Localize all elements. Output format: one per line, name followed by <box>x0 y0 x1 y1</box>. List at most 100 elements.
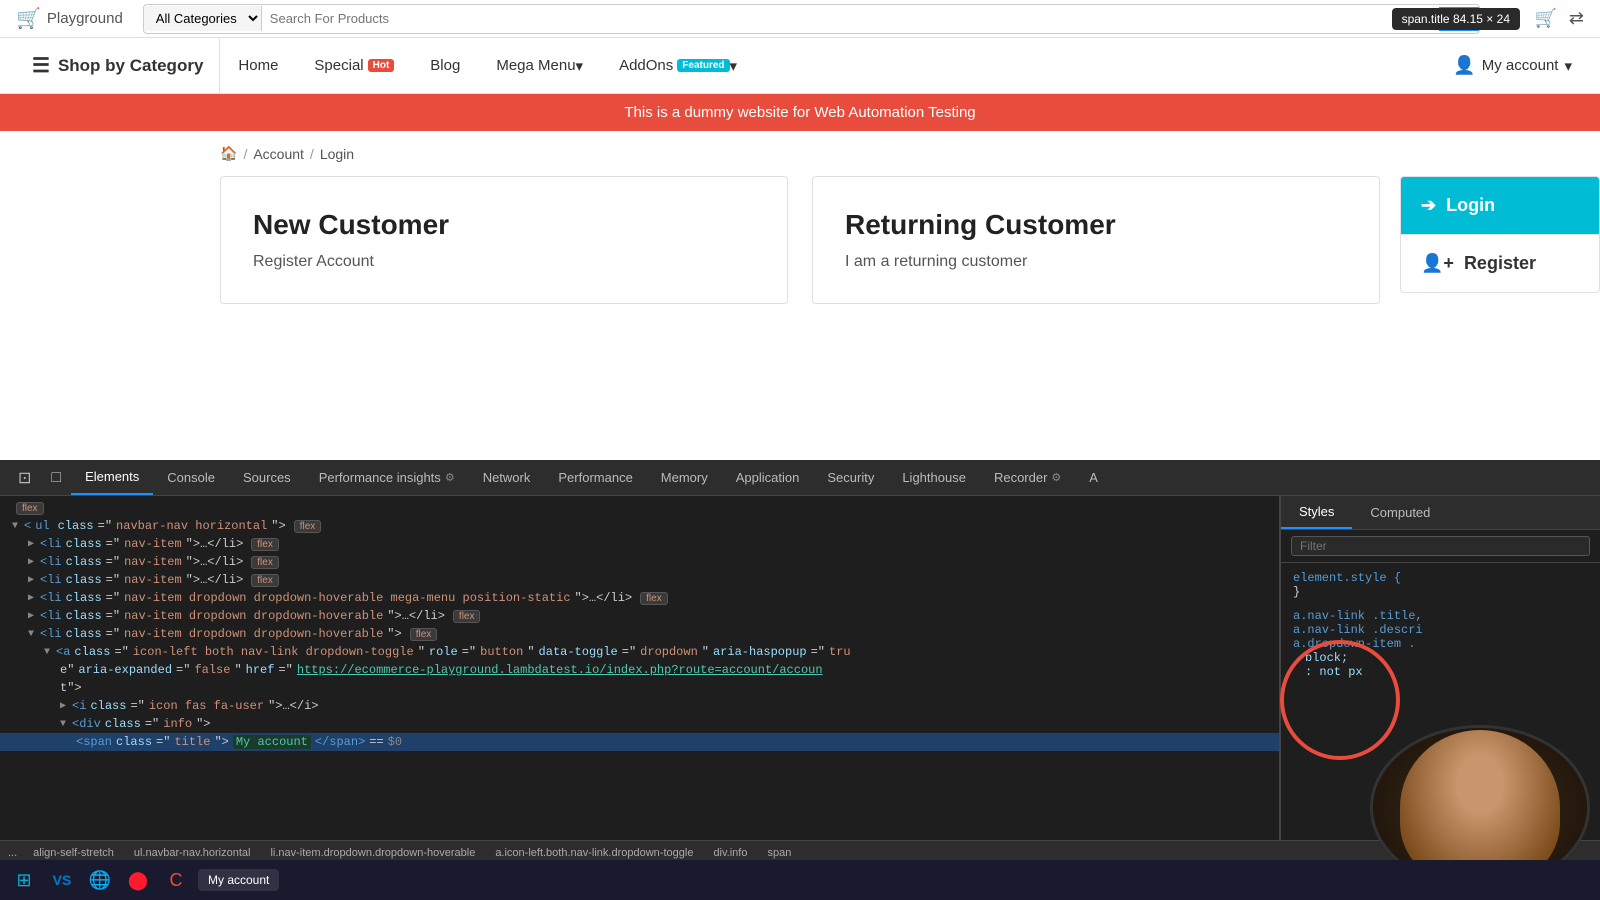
nav-links: Home Special Hot Blog Mega Menu ▾ AddOns… <box>220 38 1441 93</box>
tab-console[interactable]: Console <box>153 460 229 495</box>
breadcrumb-dots: ... <box>8 847 17 859</box>
returning-customer-title: Returning Customer <box>845 209 1347 241</box>
tab-lighthouse[interactable]: Lighthouse <box>888 460 980 495</box>
playground-label: Playground <box>47 10 123 27</box>
hot-badge: Hot <box>368 59 395 72</box>
style-rule-element: element.style { } <box>1293 571 1588 599</box>
elem-a-cont1[interactable]: e" aria-expanded="false" href="https://e… <box>0 661 1279 679</box>
breadcrumb-login: Login <box>320 146 354 162</box>
account-icon: 👤 <box>1453 55 1475 76</box>
tab-network[interactable]: Network <box>469 460 545 495</box>
nav-addons[interactable]: AddOns Featured ▾ <box>601 38 755 93</box>
compare-icon[interactable]: ⇄ <box>1569 8 1584 29</box>
opera-icon[interactable]: ⬤ <box>122 864 154 896</box>
elem-span-title[interactable]: <span class="title"> My account </span> … <box>0 733 1279 751</box>
elem-i[interactable]: ▶ <i class="icon fas fa-user">…</i> <box>0 697 1279 715</box>
shop-by-category[interactable]: ☰ Shop by Category <box>16 38 220 93</box>
tab-memory[interactable]: Memory <box>647 460 722 495</box>
returning-customer-card: Returning Customer I am a returning cust… <box>812 176 1380 304</box>
bc-span[interactable]: span <box>763 847 795 859</box>
flex-badge-ul: flex <box>294 520 322 533</box>
bc-li[interactable]: li.nav-item.dropdown.dropdown-hoverable <box>266 847 479 859</box>
flex-badge-4: flex <box>640 592 668 605</box>
search-input[interactable] <box>262 7 1439 30</box>
elem-li-3[interactable]: ▶ <li class="nav-item">…</li> flex <box>0 571 1279 589</box>
styles-filter <box>1281 530 1600 563</box>
devtools-elements-icon[interactable]: ⊡ <box>8 460 41 495</box>
elem-a[interactable]: ▼ <a class="icon-left both nav-link drop… <box>0 643 1279 661</box>
elem-li-5[interactable]: ▶ <li class="nav-item dropdown dropdown-… <box>0 607 1279 625</box>
vscode-icon[interactable]: VS <box>46 864 78 896</box>
search-wrap: All Categories 🔍 <box>143 4 1480 34</box>
style-rule-navlink: a.nav-link .title, a.nav-link .descri a.… <box>1293 609 1588 679</box>
taskbar: ⊞ VS 🌐 ⬤ C My account <box>0 860 1600 900</box>
elem-line-0[interactable]: flex <box>0 500 1279 517</box>
new-customer-subtitle: Register Account <box>253 253 755 271</box>
devtools-panel: ⊡ □ Elements Console Sources Performance… <box>0 460 1600 900</box>
elem-div-info[interactable]: ▼ <div class="info"> <box>0 715 1279 733</box>
nav-mega-menu[interactable]: Mega Menu ▾ <box>478 38 601 93</box>
tab-application[interactable]: Application <box>722 460 814 495</box>
home-breadcrumb-icon[interactable]: 🏠 <box>220 145 237 162</box>
featured-badge: Featured <box>677 59 729 72</box>
login-label: Login <box>1446 195 1495 216</box>
tab-performance[interactable]: Performance <box>544 460 646 495</box>
tab-elements[interactable]: Elements <box>71 460 153 495</box>
tab-recorder[interactable]: Recorder ⚙ <box>980 460 1075 495</box>
flex-badge-1: flex <box>251 538 279 551</box>
tab-security[interactable]: Security <box>813 460 888 495</box>
tab-performance-insights[interactable]: Performance insights ⚙ <box>305 460 469 495</box>
bc-align[interactable]: align-self-stretch <box>29 847 118 859</box>
bc-a[interactable]: a.icon-left.both.nav-link.dropdown-toggl… <box>491 847 697 859</box>
tab-styles[interactable]: Styles <box>1281 496 1352 529</box>
tab-computed[interactable]: Computed <box>1352 496 1448 529</box>
tab-sources[interactable]: Sources <box>229 460 305 495</box>
nav-blog[interactable]: Blog <box>412 38 478 93</box>
selected-span-content: My account <box>233 735 311 749</box>
bc-div[interactable]: div.info <box>709 847 751 859</box>
devtools-inspect-icon[interactable]: □ <box>41 460 71 495</box>
register-icon: 👤+ <box>1421 253 1454 274</box>
login-icon: ➔ <box>1421 195 1436 216</box>
elem-line-ul[interactable]: ▼ <ul class="navbar-nav horizontal"> fle… <box>0 517 1279 535</box>
elements-tree[interactable]: flex ▼ <ul class="navbar-nav horizontal"… <box>0 496 1280 840</box>
login-button[interactable]: ➔ Login <box>1401 177 1599 234</box>
account-chevron: ▾ <box>1564 57 1572 75</box>
account-panel: ➔ Login 👤+ Register <box>1400 176 1600 293</box>
my-account-nav[interactable]: 👤 My account ▾ <box>1441 55 1584 76</box>
windows-icon[interactable]: ⊞ <box>8 864 40 896</box>
register-label: Register <box>1464 253 1536 274</box>
cashew-icon[interactable]: C <box>160 864 192 896</box>
shop-by-category-label: Shop by Category <box>58 56 203 76</box>
nav-special[interactable]: Special Hot <box>296 38 412 93</box>
elem-li-2[interactable]: ▶ <li class="nav-item">…</li> flex <box>0 553 1279 571</box>
flex-badge-5: flex <box>453 610 481 623</box>
elem-li-4[interactable]: ▶ <li class="nav-item dropdown dropdown-… <box>0 589 1279 607</box>
flex-badge-6: flex <box>410 628 438 641</box>
tab-a[interactable]: A <box>1075 460 1112 495</box>
breadcrumb: 🏠 / Account / Login <box>0 131 1600 176</box>
category-select[interactable]: All Categories <box>144 6 262 31</box>
edge-icon[interactable]: 🌐 <box>84 864 116 896</box>
cart-icon: 🛒 <box>16 6 41 31</box>
promo-banner: This is a dummy website for Web Automati… <box>0 94 1600 131</box>
breadcrumb-account[interactable]: Account <box>253 146 304 162</box>
breadcrumb-sep-2: / <box>310 146 314 162</box>
nav-home[interactable]: Home <box>220 38 296 93</box>
elem-li-1[interactable]: ▶ <li class="nav-item">…</li> flex <box>0 535 1279 553</box>
nav-bar: ☰ Shop by Category Home Special Hot Blog… <box>0 38 1600 94</box>
elem-li-6[interactable]: ▼ <li class="nav-item dropdown dropdown-… <box>0 625 1279 643</box>
styles-filter-input[interactable] <box>1291 536 1590 556</box>
main-content: New Customer Register Account Returning … <box>0 176 1600 304</box>
tooltip-popup: span.title 84.15 × 24 <box>1392 8 1520 30</box>
taskbar-my-account[interactable]: My account <box>198 869 279 891</box>
new-customer-card: New Customer Register Account <box>220 176 788 304</box>
devtools-body: flex ▼ <ul class="navbar-nav horizontal"… <box>0 496 1600 840</box>
elem-a-cont2[interactable]: t"> <box>0 679 1279 697</box>
cart-top-icon[interactable]: 🛒 <box>1534 8 1556 29</box>
logo-area: 🛒 Playground <box>16 6 123 31</box>
top-bar: 🛒 Playground All Categories 🔍 👤 🛒 ⇄ span… <box>0 0 1600 38</box>
bc-ul[interactable]: ul.navbar-nav.horizontal <box>130 847 255 859</box>
register-button[interactable]: 👤+ Register <box>1401 234 1599 292</box>
new-customer-title: New Customer <box>253 209 755 241</box>
